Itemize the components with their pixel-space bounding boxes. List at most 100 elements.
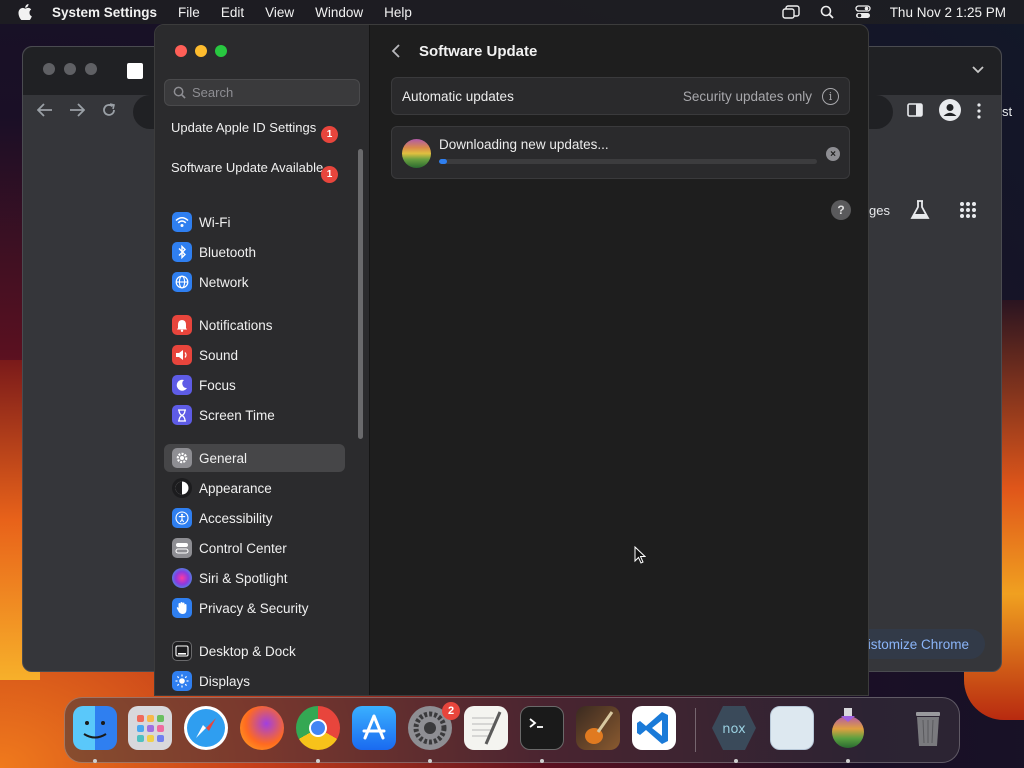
sidebar-item-focus[interactable]: Focus [164, 371, 345, 399]
sidebar-item-label: Control Center [199, 540, 287, 556]
download-status-text: Downloading new updates... [439, 137, 609, 152]
sidebar-item-label: Screen Time [199, 407, 275, 423]
dock-preview-icon[interactable] [770, 706, 814, 750]
software-update-pane: Software Update Automatic updates Securi… [371, 25, 868, 695]
dock-safari-icon[interactable] [184, 706, 228, 750]
labs-flask-icon[interactable] [909, 199, 931, 224]
chrome-traffic-lights[interactable] [43, 63, 97, 75]
dock-running-indicator [734, 759, 738, 763]
dock-chrome-icon[interactable] [296, 706, 340, 750]
help-button[interactable]: ? [831, 200, 851, 220]
sidebar-item-control-center[interactable]: Control Center [164, 534, 345, 562]
cancel-download-icon[interactable]: × [826, 147, 840, 161]
dock-terminal-icon[interactable] [520, 706, 564, 750]
menu-bar-clock[interactable]: Thu Nov 2 1:25 PM [890, 5, 1006, 20]
sidebar-item-label: Appearance [199, 480, 272, 496]
sidebar-item-label: Siri & Spotlight [199, 570, 288, 586]
sidebar-item-wifi[interactable]: Wi-Fi [164, 208, 345, 236]
dock-running-indicator [93, 759, 97, 763]
sidebar-item-displays[interactable]: Displays [164, 667, 345, 695]
apps-grid-icon[interactable] [959, 201, 977, 222]
menu-help[interactable]: Help [384, 5, 412, 20]
dock-garageband-icon[interactable] [576, 706, 620, 750]
dock-running-indicator [846, 759, 850, 763]
spotlight-search-icon[interactable] [818, 5, 836, 19]
sidebar-item-label: Network [199, 274, 249, 290]
sidebar-item-desktop-dock[interactable]: Desktop & Dock [164, 637, 345, 665]
sidebar-item-label: Displays [199, 673, 251, 689]
dock: 2 nox [64, 697, 960, 763]
profile-avatar-icon[interactable] [939, 99, 961, 121]
sidebar-scrollbar[interactable] [358, 149, 363, 439]
dock-firefox-icon[interactable] [240, 706, 284, 750]
minimize-window-button[interactable] [195, 45, 207, 57]
dock-textedit-icon[interactable] [464, 706, 508, 750]
search-input[interactable]: Search [164, 79, 360, 106]
stage-manager-icon[interactable] [781, 5, 800, 19]
sidebar-item-siri-spotlight[interactable]: Siri & Spotlight [164, 564, 345, 592]
gear-icon [172, 448, 192, 468]
menu-view[interactable]: View [265, 5, 294, 20]
sidebar-item-label: Desktop & Dock [199, 643, 296, 659]
back-chevron-icon[interactable] [391, 43, 401, 62]
menu-edit[interactable]: Edit [221, 5, 244, 20]
dock-trash-icon[interactable] [906, 706, 950, 750]
menu-file[interactable]: File [178, 5, 200, 20]
sidebar-item-screen-time[interactable]: Screen Time [164, 401, 345, 429]
control-center-icon[interactable] [854, 5, 872, 19]
customize-chrome-button[interactable]: istomize Chrome [849, 629, 985, 659]
zoom-window-button[interactable] [215, 45, 227, 57]
menu-app-name[interactable]: System Settings [52, 5, 157, 20]
sidebar-item-sound[interactable]: Sound [164, 341, 345, 369]
menu-window[interactable]: Window [315, 5, 363, 20]
back-arrow-icon[interactable] [36, 103, 53, 120]
reload-icon[interactable] [101, 102, 117, 121]
appearance-icon [172, 478, 192, 498]
dock-vscode-icon[interactable] [632, 706, 676, 750]
sidebar-item-network[interactable]: Network [164, 268, 345, 296]
kebab-menu-icon[interactable] [977, 103, 981, 122]
dock-nox-icon[interactable]: nox [712, 706, 756, 750]
tab-favicon-icon[interactable] [127, 63, 143, 79]
sidebar-item-appearance[interactable]: Appearance [164, 474, 345, 502]
automatic-updates-row[interactable]: Automatic updates Security updates only … [391, 77, 850, 115]
side-panel-icon[interactable] [907, 103, 923, 120]
sidebar-item-bluetooth[interactable]: Bluetooth [164, 238, 345, 266]
sidebar-item-general[interactable]: General [164, 444, 345, 472]
info-icon[interactable]: i [822, 87, 839, 105]
dock-running-indicator [540, 759, 544, 763]
siri-icon [172, 568, 192, 588]
chevron-down-icon[interactable] [971, 63, 985, 78]
search-placeholder: Search [192, 85, 234, 100]
dock-icon [172, 641, 192, 661]
apple-menu-icon[interactable] [18, 4, 38, 20]
sidebar-item-privacy-security[interactable]: Privacy & Security [164, 594, 345, 622]
dock-running-indicator [316, 759, 320, 763]
hourglass-icon [172, 405, 192, 425]
menu-bar: System Settings File Edit View Window He… [0, 0, 1024, 24]
forward-arrow-icon[interactable] [69, 103, 86, 120]
dock-launchpad-icon[interactable] [128, 706, 172, 750]
chrome-partial-text: st [1002, 104, 1013, 119]
mouse-cursor-icon [634, 545, 647, 567]
hand-icon [172, 598, 192, 618]
close-window-button[interactable] [175, 45, 187, 57]
sidebar-item-accessibility[interactable]: Accessibility [164, 504, 345, 532]
sidebar-item-label: General [199, 450, 248, 466]
sidebar-item-label: Bluetooth [199, 244, 257, 260]
control-center-icon [172, 538, 192, 558]
sidebar-item-label: Notifications [199, 317, 273, 333]
dock-macos-installer-icon[interactable] [826, 706, 870, 750]
sidebar-item-notifications[interactable]: Notifications [164, 311, 345, 339]
dock-separator [695, 708, 696, 752]
system-settings-window: Search Update Apple ID Settings 1 Softwa… [154, 24, 869, 696]
notice-badge: 1 [321, 166, 338, 183]
dock-running-indicator [428, 759, 432, 763]
window-traffic-lights [175, 45, 227, 57]
download-progress-bar [439, 159, 817, 164]
macos-sonoma-icon [402, 139, 431, 168]
settings-sidebar: Search Update Apple ID Settings 1 Softwa… [155, 25, 370, 695]
dock-app-store-icon[interactable] [352, 706, 396, 750]
globe-icon [172, 272, 192, 292]
dock-finder-icon[interactable] [73, 706, 117, 750]
